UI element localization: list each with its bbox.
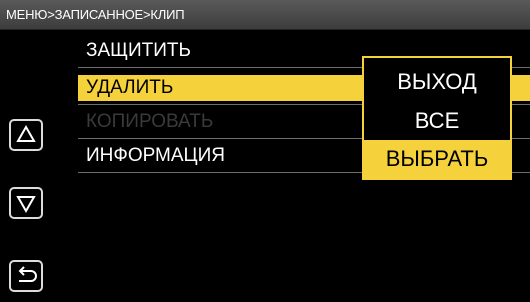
header-bar: МЕНЮ>ЗАПИСАННОЕ>КЛИП xyxy=(0,0,530,30)
down-button[interactable] xyxy=(9,187,43,219)
up-button[interactable] xyxy=(9,119,43,151)
popup-item-all[interactable]: ВСЕ xyxy=(364,102,510,140)
popup-item-select[interactable]: ВЫБРАТЬ xyxy=(364,140,510,178)
popup-item-exit[interactable]: ВЫХОД xyxy=(364,63,510,101)
delete-options-popup: ВЫХОД ВСЕ ВЫБРАТЬ xyxy=(362,56,512,180)
down-triangle-icon xyxy=(16,196,36,214)
breadcrumb: МЕНЮ>ЗАПИСАННОЕ>КЛИП xyxy=(6,7,185,22)
back-button[interactable] xyxy=(9,260,43,292)
return-arrow-icon xyxy=(18,266,37,282)
up-triangle-icon xyxy=(16,124,36,142)
camera-menu-screen: МЕНЮ>ЗАПИСАННОЕ>КЛИП ЗАЩИТИТЬ УДАЛИТЬ КО… xyxy=(0,0,530,302)
